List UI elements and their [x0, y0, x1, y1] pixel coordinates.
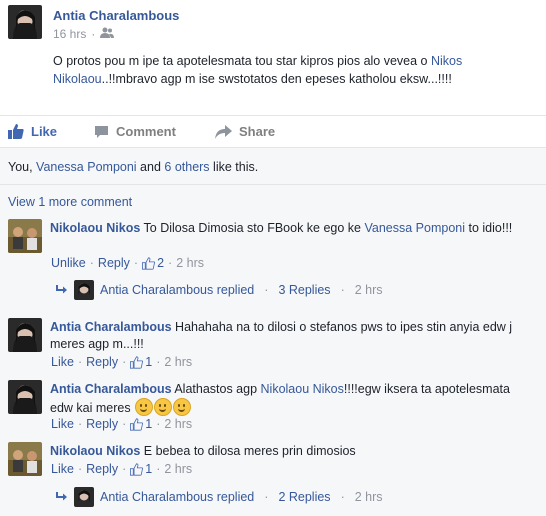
smile-emoji-icon	[173, 398, 192, 416]
reply-avatar	[74, 487, 94, 507]
post-meta: 16 hrs ·	[53, 27, 115, 41]
share-button[interactable]: Share	[215, 124, 275, 139]
comment-body: Antia Charalambous Alathastos agp Nikola…	[50, 382, 510, 416]
comment-mention[interactable]: Vanessa Pomponi	[364, 221, 465, 235]
comment-author[interactable]: Antia Charalambous	[50, 382, 172, 396]
comment-time[interactable]: 2 hrs	[164, 355, 192, 369]
comment-time[interactable]: 2 hrs	[164, 462, 192, 476]
comment-time[interactable]: 2 hrs	[164, 417, 192, 431]
like-link[interactable]: Like	[51, 462, 74, 476]
comment-avatar[interactable]	[8, 219, 42, 253]
reply-arrow-icon	[56, 285, 67, 294]
like-button[interactable]: Like	[8, 124, 57, 139]
replies-count: 2 Replies	[278, 490, 331, 504]
reply-link[interactable]: Reply	[98, 256, 130, 270]
thumbs-up-icon	[130, 462, 144, 476]
thumbs-up-icon	[8, 124, 24, 139]
comment-actions: Like · Reply · 1 · 2 hrs	[51, 417, 193, 431]
comment-mention[interactable]: Nikolaou Nikos	[261, 382, 344, 396]
smile-emoji-icon	[154, 398, 173, 416]
view-more-comments[interactable]: View 1 more comment	[8, 194, 132, 211]
liker-name[interactable]: Vanessa Pomponi	[36, 160, 137, 174]
comment-like-count[interactable]: 1	[130, 417, 152, 431]
reply-link[interactable]: Reply	[86, 417, 118, 431]
comment-body: Antia Charalambous Hahahaha na to dilosi…	[50, 320, 513, 351]
post-text: O protos pou m ipe ta apotelesmata tou s…	[53, 54, 463, 86]
others-link[interactable]: 6 others	[164, 160, 209, 174]
comment-like-count[interactable]: 1	[130, 355, 152, 369]
thumbs-up-icon	[130, 417, 144, 431]
replier-name: Antia Charalambous	[100, 283, 214, 297]
comment-author[interactable]: Antia Charalambous	[50, 320, 172, 334]
unlike-link[interactable]: Unlike	[51, 256, 86, 270]
comment-avatar[interactable]	[8, 442, 42, 476]
like-link[interactable]: Like	[51, 417, 74, 431]
comment-actions: Like · Reply · 1 · 2 hrs	[51, 355, 193, 369]
like-link[interactable]: Like	[51, 355, 74, 369]
post-author-name[interactable]: Antia Charalambous	[53, 8, 179, 23]
reply-avatar	[74, 280, 94, 300]
post-time[interactable]: 16 hrs	[53, 27, 86, 41]
comment-time[interactable]: 2 hrs	[176, 256, 204, 270]
comment-avatar[interactable]	[8, 380, 42, 414]
comment-body: Nikolaou Nikos E bebea to dilosa meres p…	[50, 444, 356, 458]
comment-actions: Like · Reply · 1 · 2 hrs	[51, 462, 193, 476]
post-author-avatar[interactable]	[8, 5, 42, 39]
replies-summary[interactable]: Antia Charalambous replied · 3 Replies · 2…	[56, 280, 383, 300]
reply-arrow-icon	[56, 492, 67, 501]
comment-actions: Unlike · Reply · 2 · 2 hrs	[51, 256, 204, 270]
comment-like-count[interactable]: 2	[142, 256, 164, 270]
reply-link[interactable]: Reply	[86, 462, 118, 476]
smile-emoji-icon	[135, 398, 154, 416]
divider	[0, 115, 546, 116]
comment-icon	[95, 125, 108, 138]
friends-icon[interactable]	[100, 27, 115, 41]
replies-summary[interactable]: Antia Charalambous replied · 2 Replies · 2…	[56, 487, 383, 507]
reply-link[interactable]: Reply	[86, 355, 118, 369]
comment-author[interactable]: Nikolaou Nikos	[50, 221, 140, 235]
comment-avatar[interactable]	[8, 318, 42, 352]
comment-author[interactable]: Nikolaou Nikos	[50, 444, 140, 458]
replier-name: Antia Charalambous	[100, 490, 214, 504]
thumbs-up-icon	[142, 256, 156, 270]
likes-summary: You, Vanessa Pomponi and 6 others like t…	[8, 160, 259, 174]
comment-body: Nikolaou Nikos To Dilosa Dimosia sto FBo…	[50, 221, 513, 235]
comment-button[interactable]: Comment	[94, 124, 176, 139]
comment-like-count[interactable]: 1	[130, 462, 152, 476]
thumbs-up-icon	[130, 355, 144, 369]
replies-count: 3 Replies	[278, 283, 331, 297]
share-icon	[215, 124, 232, 139]
divider	[0, 184, 546, 185]
